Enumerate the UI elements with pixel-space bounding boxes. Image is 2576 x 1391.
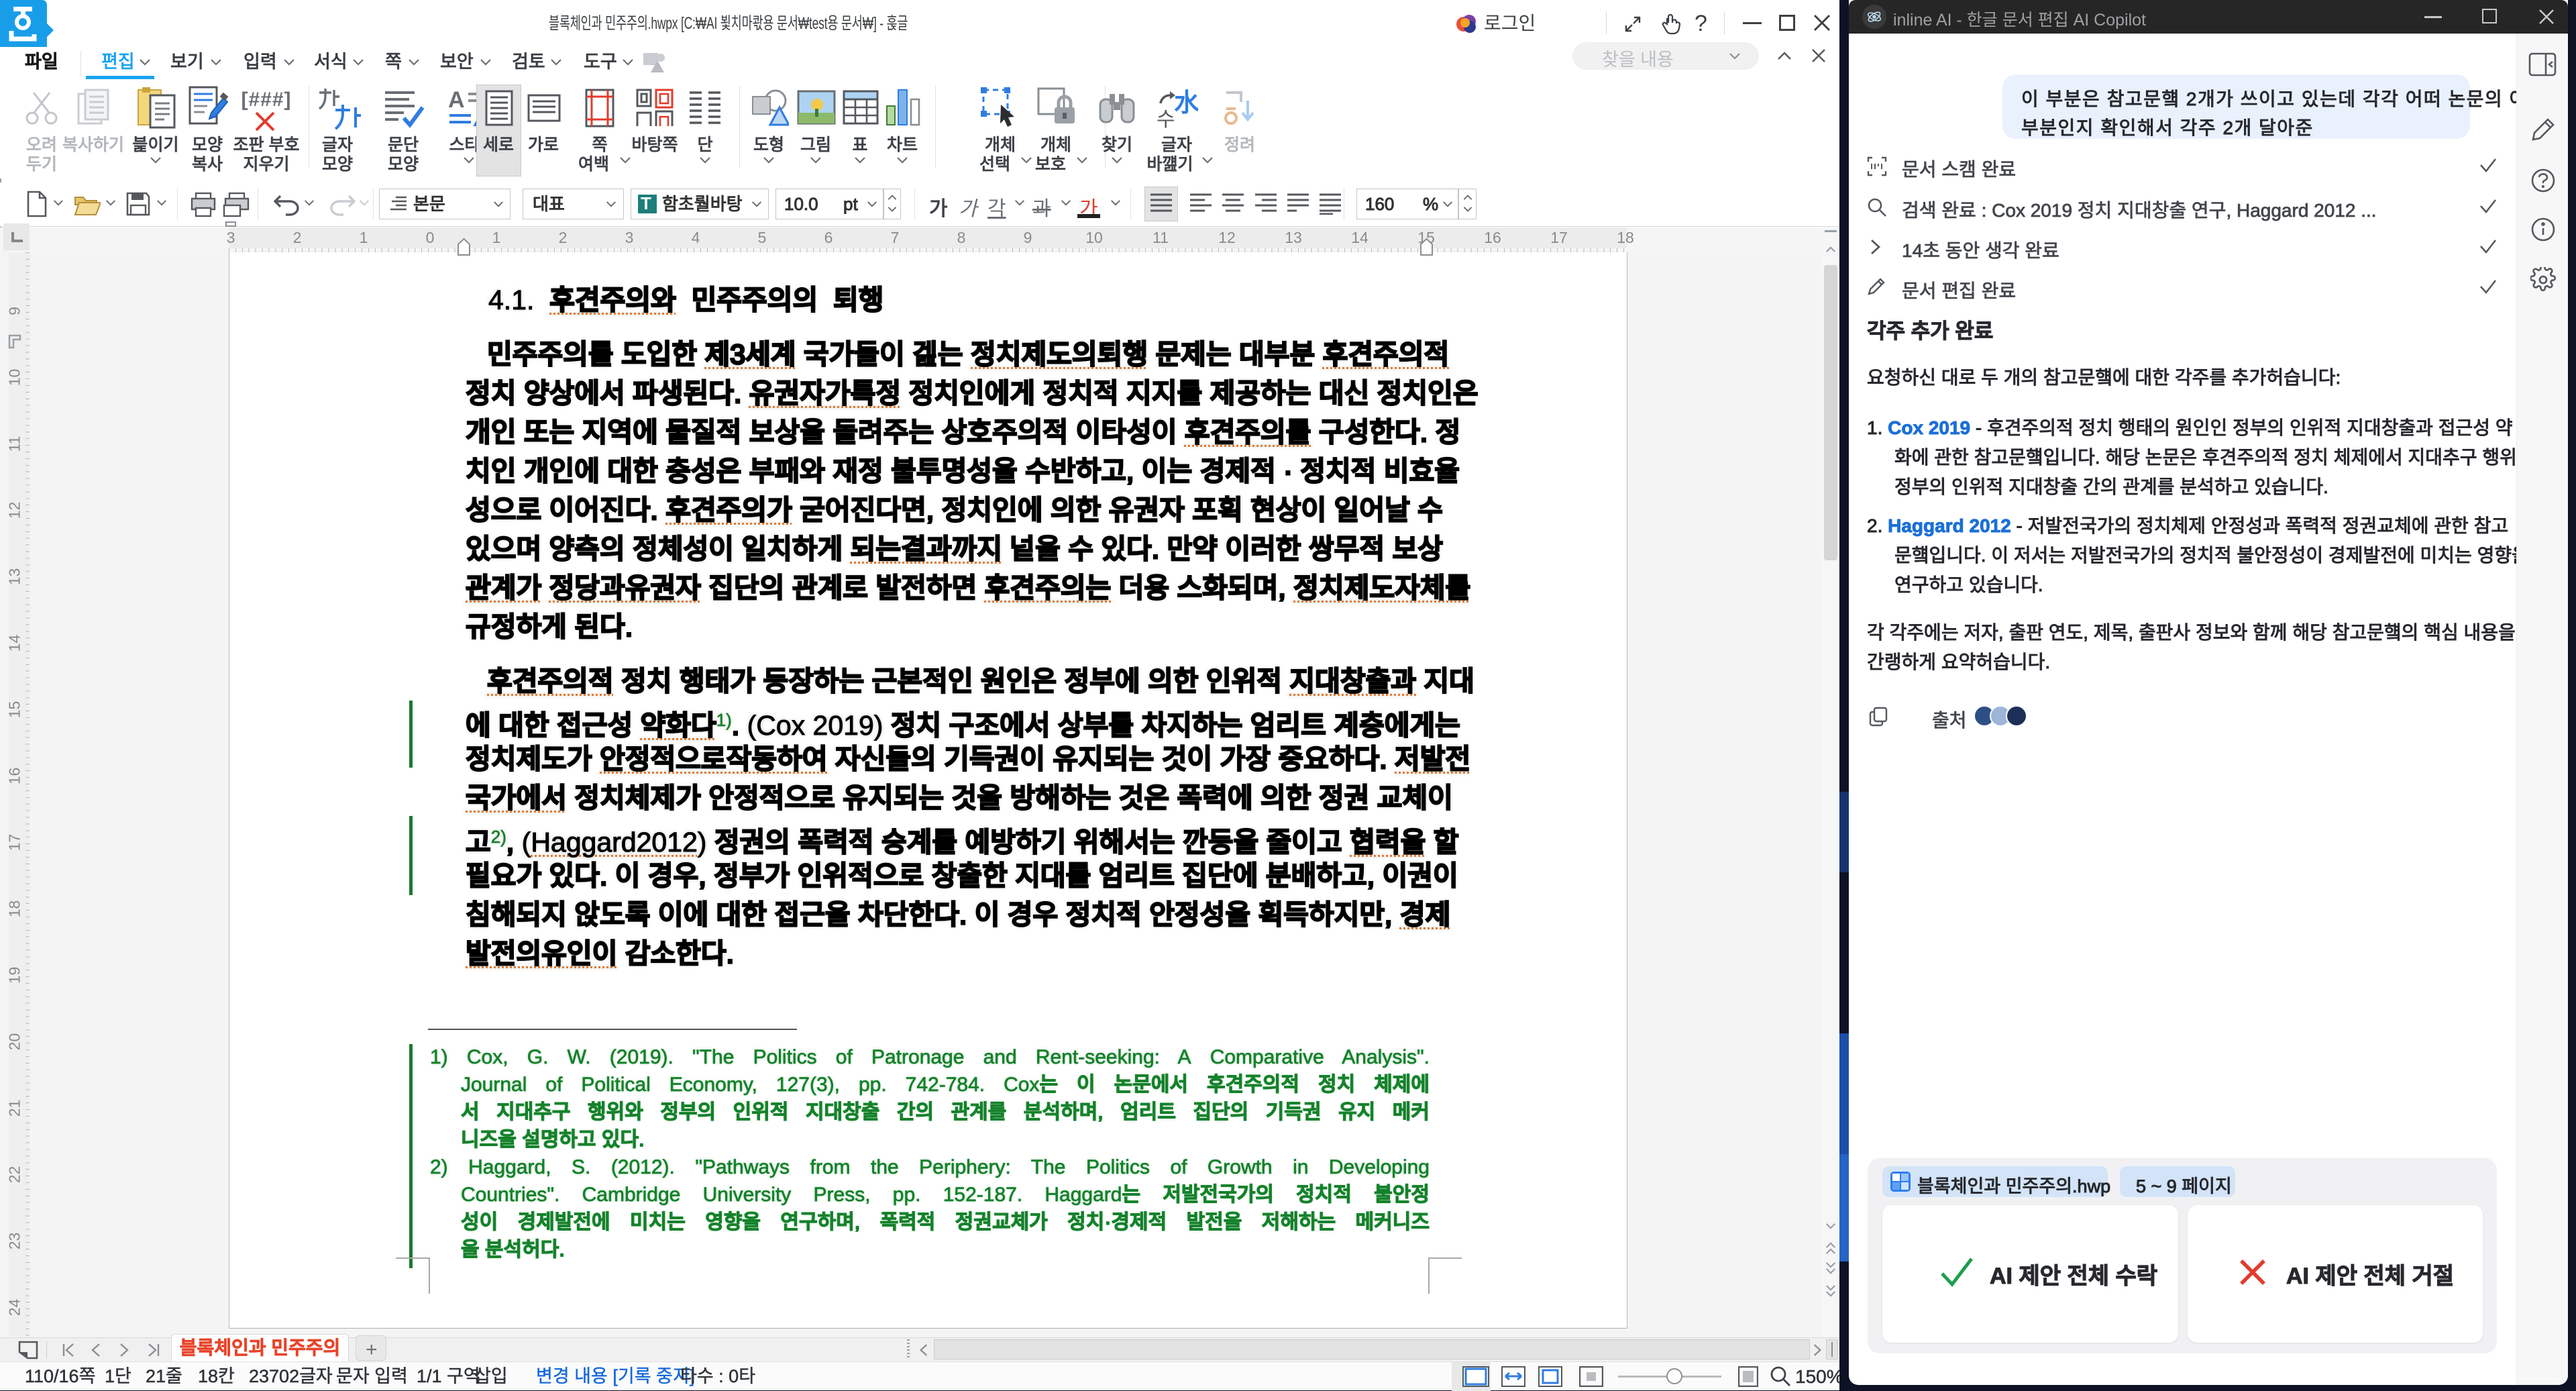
svg-text:水: 水 [1174, 89, 1198, 117]
svg-text:수: 수 [1157, 109, 1175, 129]
svg-text:A: A [448, 89, 465, 113]
